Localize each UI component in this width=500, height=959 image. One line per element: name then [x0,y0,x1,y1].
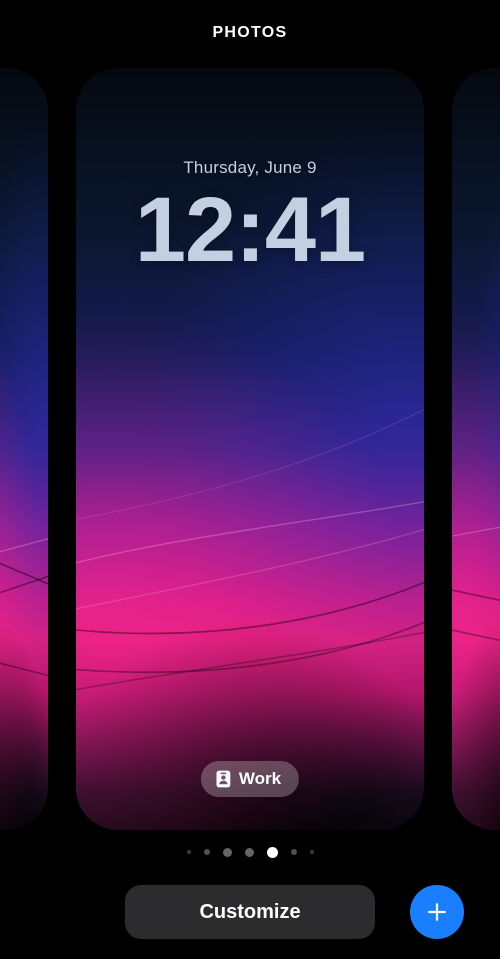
focus-mode-label: Work [238,769,282,788]
add-wallpaper-button[interactable] [410,885,464,939]
plus-icon [428,903,446,921]
lock-screen-clock: 12:41 [134,179,366,281]
wallpaper-streaks-next [452,526,500,642]
focus-mode-pill[interactable]: Work [200,761,300,797]
wallpaper-preview-previous[interactable] [0,68,48,830]
page-dot[interactable] [290,849,297,855]
lock-screen-date: Thursday, June 9 [183,158,317,177]
badge-id-icon [216,770,231,788]
wallpaper-preview-current[interactable]: Thursday, June 9 12:41 Work [76,68,424,830]
wallpaper-preview-next[interactable] [452,68,500,830]
lock-screen-gallery: PHOTOS Thursday, June 9 12:41 Work Custo… [0,0,500,959]
page-dot[interactable] [186,850,191,854]
page-dot-active[interactable] [266,846,278,858]
page-dot[interactable] [309,850,314,854]
header: PHOTOS [0,0,500,66]
wallpaper-streaks-previous [0,538,48,677]
page-dot[interactable] [222,847,232,857]
page-indicator[interactable] [0,844,500,860]
page-dot[interactable] [244,847,254,857]
page-dot[interactable] [203,849,210,855]
page-title: PHOTOS [212,24,288,41]
wallpaper-carousel[interactable]: Thursday, June 9 12:41 Work [0,68,500,830]
customize-button[interactable]: Customize [125,885,375,939]
